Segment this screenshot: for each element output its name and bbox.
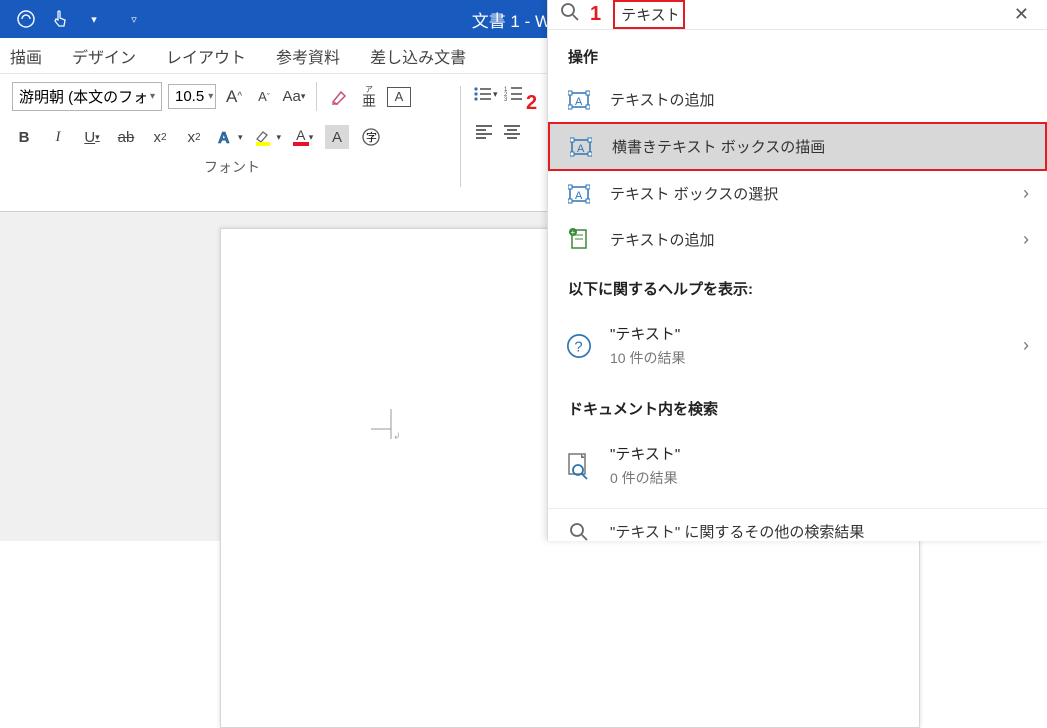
action-add-text[interactable]: A テキストの追加 <box>548 77 1047 122</box>
help-term: "テキスト" <box>610 323 685 344</box>
autosave-icon[interactable] <box>14 7 38 31</box>
tab-design[interactable]: デザイン <box>72 44 136 68</box>
change-case-button[interactable]: Aa▾ <box>282 85 306 109</box>
search-input[interactable] <box>613 0 685 29</box>
superscript-button[interactable]: x2 <box>182 125 206 149</box>
svg-text:字: 字 <box>366 130 377 144</box>
textbox-icon: A <box>568 137 594 157</box>
chevron-down-icon: ▾ <box>150 91 155 102</box>
chevron-right-icon: › <box>1023 183 1029 204</box>
chevron-right-icon: › <box>1023 229 1029 250</box>
annotation-2: 2 <box>526 92 537 115</box>
quick-access-toolbar: ▾ ▿ <box>0 7 146 31</box>
bold-button[interactable]: B <box>12 125 36 149</box>
svg-text:A: A <box>575 190 583 202</box>
align-center-button[interactable] <box>501 120 525 144</box>
action-draw-horizontal-textbox[interactable]: A 横書きテキスト ボックスの描画 <box>548 122 1047 171</box>
qat-overflow-icon[interactable]: ▿ <box>122 7 146 31</box>
font-name-value: 游明朝 (本文のフォ <box>19 86 146 107</box>
more-results[interactable]: "テキスト" に関するその他の検索結果 <box>548 508 1047 554</box>
close-button[interactable]: ✕ <box>1008 0 1035 29</box>
find-document-icon <box>566 452 592 480</box>
find-count: 0 件の結果 <box>610 468 680 488</box>
svg-text:+: + <box>571 228 576 237</box>
font-size-combo[interactable]: 10.5 ▾ <box>168 84 216 109</box>
textbox-icon: A <box>566 184 592 204</box>
tab-mailings[interactable]: 差し込み文書 <box>370 44 466 68</box>
clear-formatting-button[interactable] <box>327 85 351 109</box>
textbox-icon: A <box>566 90 592 110</box>
annotation-1: 1 <box>590 3 601 26</box>
search-icon <box>566 522 592 542</box>
subscript-button[interactable]: x2 <box>148 125 172 149</box>
align-left-button[interactable] <box>473 120 497 144</box>
svg-text:A: A <box>575 96 583 108</box>
action-label: テキスト ボックスの選択 <box>610 183 778 204</box>
grow-font-button[interactable]: A^ <box>222 85 246 109</box>
find-term: "テキスト" <box>610 443 680 464</box>
underline-button[interactable]: U ▾ <box>80 125 104 149</box>
numbering-button[interactable]: 123 <box>502 82 526 106</box>
section-help-title: 以下に関するヘルプを表示: <box>548 262 1047 309</box>
shrink-font-button[interactable]: Aˇ <box>252 85 276 109</box>
font-group-label: フォント <box>204 155 260 183</box>
phonetic-guide-button[interactable]: ア亜 <box>357 85 381 109</box>
tab-references[interactable]: 参考資料 <box>276 44 340 68</box>
character-shading-button[interactable]: A <box>325 125 349 149</box>
svg-text:↲: ↲ <box>393 431 401 441</box>
svg-text:A: A <box>577 143 585 155</box>
text-effects-button[interactable]: A▾ <box>216 125 243 149</box>
action-label: 横書きテキスト ボックスの描画 <box>612 136 825 157</box>
search-header: 1 ✕ <box>548 0 1047 30</box>
font-size-value: 10.5 <box>175 88 204 105</box>
action-label: テキストの追加 <box>610 89 715 110</box>
add-page-icon: + <box>566 228 592 250</box>
bullets-button[interactable]: ▾ <box>473 82 498 106</box>
svg-text:?: ? <box>574 339 582 355</box>
search-icon <box>560 2 580 27</box>
highlight-button[interactable]: ▾ <box>253 125 282 149</box>
font-group: 游明朝 (本文のフォ ▾ 10.5 ▾ A^ Aˇ Aa▾ ア亜 A <box>12 82 452 209</box>
svg-text:3: 3 <box>504 97 508 103</box>
touch-mode-icon[interactable] <box>48 7 72 31</box>
section-actions-title: 操作 <box>548 30 1047 77</box>
tab-draw[interactable]: 描画 <box>10 44 42 68</box>
chevron-right-icon: › <box>1023 335 1029 356</box>
action-select-textbox[interactable]: A テキスト ボックスの選択 › <box>548 171 1047 216</box>
enclose-characters-button[interactable]: 字 <box>359 125 383 149</box>
qat-dropdown-icon[interactable]: ▾ <box>82 7 106 31</box>
tell-me-search-panel: 1 ✕ 操作 A テキストの追加 A 横書きテキスト ボックスの描画 A テキス… <box>547 0 1047 541</box>
font-color-button[interactable]: A▾ <box>291 125 315 149</box>
find-in-document[interactable]: "テキスト" 0 件の結果 <box>548 429 1047 502</box>
strikethrough-button[interactable]: ab <box>114 125 138 149</box>
action-label: テキストの追加 <box>610 229 715 250</box>
section-find-title: ドキュメント内を検索 <box>548 382 1047 429</box>
font-name-combo[interactable]: 游明朝 (本文のフォ ▾ <box>12 82 162 111</box>
character-border-button[interactable]: A <box>387 87 411 107</box>
action-add-text-page[interactable]: + テキストの追加 › <box>548 216 1047 262</box>
help-icon: ? <box>566 332 592 360</box>
svg-text:A: A <box>218 130 230 147</box>
help-count: 10 件の結果 <box>610 348 685 368</box>
more-results-label: "テキスト" に関するその他の検索結果 <box>610 521 864 542</box>
text-cursor: ↲ <box>371 409 411 449</box>
help-result[interactable]: ? "テキスト" 10 件の結果 › <box>548 309 1047 382</box>
tab-layout[interactable]: レイアウト <box>166 44 246 68</box>
italic-button[interactable]: I <box>46 125 70 149</box>
chevron-down-icon: ▾ <box>208 91 213 102</box>
